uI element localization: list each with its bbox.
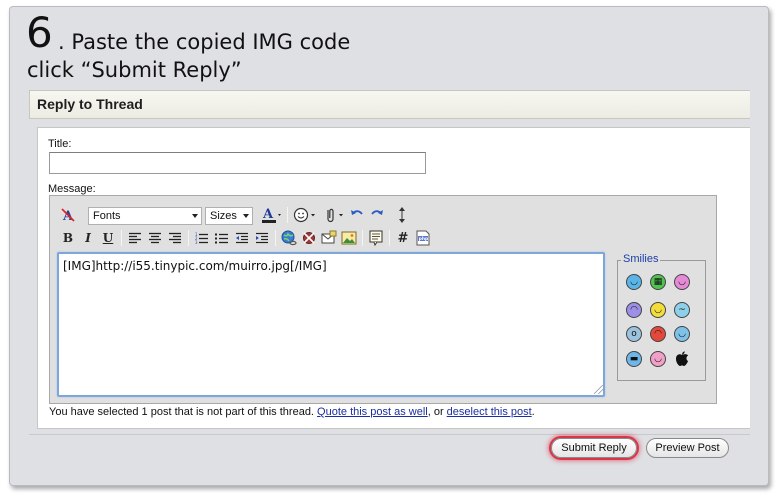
chevron-down-icon: [243, 214, 249, 218]
undo-icon[interactable]: [347, 205, 367, 225]
panel-title: Reply to Thread: [37, 96, 143, 112]
smiley-mad-icon[interactable]: ◠: [650, 326, 666, 342]
message-label: Message:: [48, 183, 96, 195]
toolbar-row-2: B I U 123 # php: [58, 228, 433, 248]
smiley-eek-icon[interactable]: o: [626, 326, 642, 342]
title-label: Title:: [48, 138, 72, 150]
submit-reply-button[interactable]: Submit Reply: [551, 438, 637, 458]
notice-text-after: .: [531, 406, 535, 418]
unordered-list-icon[interactable]: [212, 228, 232, 248]
code-hash-button[interactable]: #: [393, 228, 413, 248]
ordered-list-icon[interactable]: 123: [192, 228, 212, 248]
size-select-value: Sizes: [210, 210, 237, 222]
redo-icon[interactable]: [367, 205, 387, 225]
align-center-icon[interactable]: [145, 228, 165, 248]
toolbar-separator: [287, 207, 288, 223]
remove-format-icon[interactable]: A: [58, 205, 78, 225]
unlink-icon[interactable]: [299, 228, 319, 248]
instruction-line-1: . Paste the copied IMG code: [58, 30, 351, 54]
resize-toggle-icon[interactable]: [387, 205, 417, 225]
php-code-icon[interactable]: php: [413, 228, 433, 248]
message-textarea[interactable]: [IMG]http://i55.tinypic.com/muirro.jpg[/…: [57, 252, 605, 397]
step-number: 6: [26, 8, 53, 57]
outdent-icon[interactable]: [232, 228, 252, 248]
quote-icon[interactable]: [366, 228, 386, 248]
smiley-confused-icon[interactable]: ~: [674, 302, 690, 318]
title-input[interactable]: [49, 152, 426, 174]
smiley-menu-icon[interactable]: [291, 205, 319, 225]
insert-image-icon[interactable]: [339, 228, 359, 248]
panel-divider: [29, 434, 750, 435]
apple-icon[interactable]: [674, 351, 690, 367]
smiley-wink-icon[interactable]: ◡: [650, 302, 666, 318]
smiley-rolleyes-icon[interactable]: ◡: [674, 326, 690, 342]
insert-email-icon[interactable]: [319, 228, 339, 248]
preview-post-button[interactable]: Preview Post: [646, 438, 729, 458]
underline-button[interactable]: U: [98, 228, 118, 248]
toolbar-separator: [188, 230, 189, 246]
toolbar-separator: [121, 230, 122, 246]
align-left-icon[interactable]: [125, 228, 145, 248]
bold-button[interactable]: B: [58, 228, 78, 248]
chevron-down-icon: [192, 214, 198, 218]
smiley-frown-icon[interactable]: ◠: [626, 302, 642, 318]
align-right-icon[interactable]: [165, 228, 185, 248]
attachment-icon[interactable]: [319, 205, 347, 225]
smiley-tongue-icon[interactable]: ◡: [674, 274, 690, 290]
resize-grip-icon[interactable]: [594, 385, 603, 394]
font-select[interactable]: Fonts: [88, 207, 202, 225]
font-select-value: Fonts: [93, 210, 121, 222]
toolbar-separator: [275, 230, 276, 246]
instruction-line-2: click “Submit Reply”: [27, 58, 242, 82]
panel-header: Reply to Thread: [29, 90, 750, 119]
selection-notice: You have selected 1 post that is not par…: [49, 406, 535, 418]
toolbar-row-1-right: A: [258, 205, 417, 225]
size-select[interactable]: Sizes: [205, 207, 253, 225]
quote-post-link[interactable]: Quote this post as well: [317, 406, 428, 418]
smiley-grin-icon[interactable]: ▦: [650, 274, 666, 290]
toolbar-row-1: A: [58, 205, 78, 225]
svg-text:A: A: [262, 207, 274, 222]
font-color-icon[interactable]: A: [258, 205, 284, 225]
deselect-post-link[interactable]: deselect this post: [447, 406, 532, 418]
toolbar-separator: [362, 230, 363, 246]
smiley-redface-icon[interactable]: ◡: [650, 351, 666, 367]
smiley-cool-icon[interactable]: ▬: [626, 351, 642, 367]
svg-text:3: 3: [195, 240, 198, 245]
notice-text-middle: , or: [427, 406, 447, 418]
indent-icon[interactable]: [252, 228, 272, 248]
smilies-title: Smilies: [621, 253, 661, 265]
italic-button[interactable]: I: [78, 228, 98, 248]
toolbar-separator: [389, 230, 390, 246]
svg-text:php: php: [419, 236, 429, 242]
insert-link-icon[interactable]: [279, 228, 299, 248]
notice-text-before: You have selected 1 post that is not par…: [49, 406, 318, 418]
smiley-smile-icon[interactable]: ◡: [626, 274, 642, 290]
